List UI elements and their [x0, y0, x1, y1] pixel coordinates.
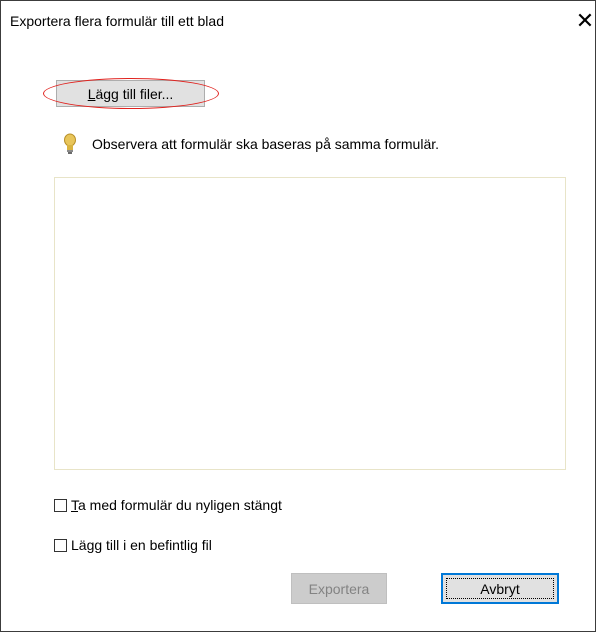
dialog-title: Exportera flera formulär till ett blad	[10, 13, 224, 29]
cancel-button-label: Avbryt	[480, 580, 520, 597]
append-existing-label: Lägg till i en befintlig fil	[71, 537, 212, 553]
file-list[interactable]	[54, 177, 566, 470]
append-existing-checkbox[interactable]	[54, 538, 67, 552]
export-forms-dialog: Exportera flera formulär till ett blad ✕…	[0, 0, 596, 632]
close-icon[interactable]: ✕	[573, 9, 595, 33]
lightbulb-icon	[64, 133, 76, 154]
add-files-label: Lägg till filer...	[87, 85, 174, 102]
hint-text: Observera att formulär ska baseras på sa…	[92, 136, 440, 152]
export-button[interactable]: Exportera	[291, 573, 387, 604]
cancel-button[interactable]: Avbryt	[441, 573, 559, 604]
include-recent-checkbox[interactable]	[54, 498, 67, 512]
include-recent-option[interactable]: Ta med formulär du nyligen stängt	[54, 497, 282, 513]
include-recent-label: Ta med formulär du nyligen stängt	[71, 497, 282, 513]
export-button-label: Exportera	[308, 580, 370, 597]
append-existing-option[interactable]: Lägg till i en befintlig fil	[54, 537, 212, 553]
add-files-button[interactable]: Lägg till filer...	[56, 80, 205, 107]
